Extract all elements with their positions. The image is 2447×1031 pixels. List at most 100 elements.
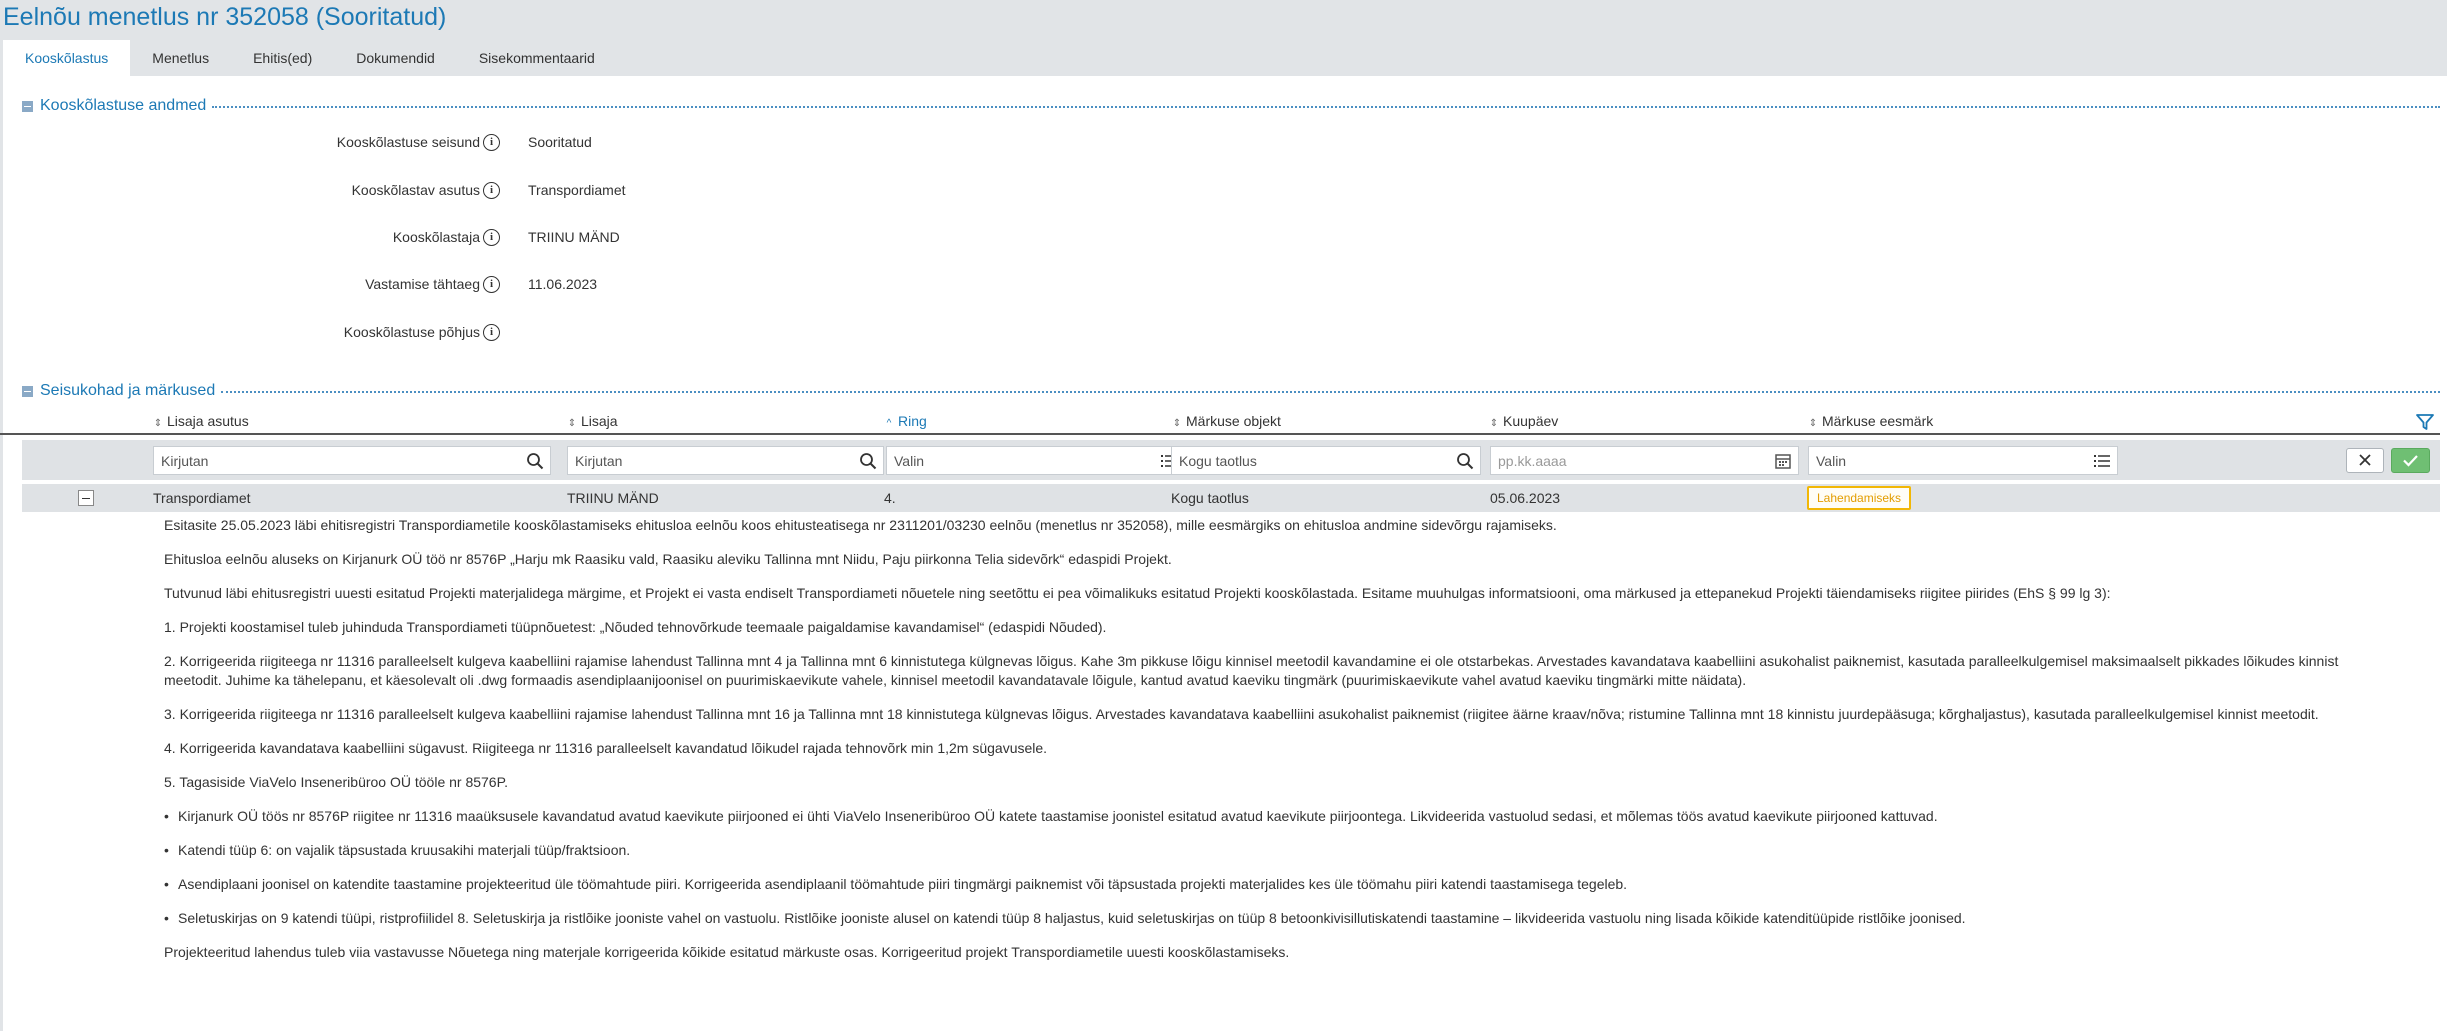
bullet-text: Kirjanurk OÜ töös nr 8576P riigitee nr 1… <box>178 808 1938 824</box>
comment-paragraph: 5. Tagasiside ViaVelo Inseneribüroo OÜ t… <box>164 774 509 790</box>
bullet-text: Asendiplaani joonisel on katendite taast… <box>178 876 1628 892</box>
info-circle-icon[interactable]: i <box>483 229 500 246</box>
column-label: Märkuse objekt <box>1186 413 1281 429</box>
clear-filters-button[interactable] <box>2346 448 2384 473</box>
search-icon[interactable] <box>859 452 877 470</box>
field-kooskolastuse-seisund: Kooskõlastuse seisund i Sooritatud <box>0 130 1000 154</box>
comment-bullet: • Kirjanurk OÜ töös nr 8576P riigitee nr … <box>164 807 2394 826</box>
field-kooskolastav-asutus: Kooskõlastav asutus i Transpordiamet <box>0 178 1000 202</box>
close-icon <box>2359 454 2371 466</box>
section-divider <box>221 391 2440 393</box>
column-markuse-objekt[interactable]: ⇕ Märkuse objekt <box>1172 413 1281 429</box>
minus-icon[interactable] <box>78 490 94 506</box>
cell-lisaja-asutus: Transpordiamet <box>153 490 251 506</box>
filter-icon[interactable] <box>2415 412 2435 432</box>
filter-markuse-eesmark[interactable] <box>1808 446 2118 475</box>
page-header: Eelnõu menetlus nr 352058 (Sooritatud) K… <box>0 0 2447 76</box>
column-lisaja-asutus[interactable]: ⇕ Lisaja asutus <box>153 413 249 429</box>
filter-kuupaev[interactable] <box>1490 446 1799 475</box>
tab-sisekommentaarid[interactable]: Sisekommentaarid <box>457 40 617 76</box>
column-label: Ring <box>898 413 927 429</box>
search-icon[interactable] <box>1456 452 1474 470</box>
field-value: Transpordiamet <box>528 182 626 198</box>
comment-paragraph: Ehitusloa eelnõu aluseks on Kirjanurk OÜ… <box>164 551 1172 567</box>
comment-paragraph: 2. Korrigeerida riigiteega nr 11316 para… <box>164 653 2339 688</box>
section-title: Seisukohad ja märkused <box>40 382 216 399</box>
comment-paragraph: Tutvunud läbi ehitusregistri uuesti esit… <box>164 585 2111 601</box>
column-markuse-eesmark[interactable]: ⇕ Märkuse eesmärk <box>1808 413 1933 429</box>
filter-ring[interactable] <box>886 446 1185 475</box>
sort-icon: ⇕ <box>1172 418 1182 429</box>
search-icon[interactable] <box>526 452 544 470</box>
cell-markuse-objekt: Kogu taotlus <box>1171 490 1249 506</box>
filter-markuse-objekt[interactable] <box>1171 446 1481 475</box>
left-border <box>0 76 3 1031</box>
info-circle-icon[interactable]: i <box>483 134 500 151</box>
comment-bullet: • Katendi tüüp 6: on vajalik täpsustada k… <box>164 841 2394 860</box>
field-kooskolastaja: Kooskõlastaja i TRIINU MÄND <box>0 225 1000 249</box>
sort-icon: ⇕ <box>1808 418 1818 429</box>
column-label: Kuupäev <box>1503 413 1559 429</box>
filter-lisaja[interactable] <box>567 446 884 475</box>
field-label: Kooskõlastaja <box>392 229 480 245</box>
check-icon <box>2403 455 2418 467</box>
column-label: Märkuse eesmärk <box>1822 413 1934 429</box>
filter-lisaja-asutus-input[interactable] <box>154 447 520 474</box>
bullet-mark: • <box>164 808 169 824</box>
calendar-icon[interactable] <box>1774 452 1792 470</box>
minus-icon[interactable] <box>22 385 33 397</box>
comment-paragraph: 3. Korrigeerida riigiteega nr 11316 para… <box>164 706 2319 722</box>
apply-filters-button[interactable] <box>2391 448 2430 473</box>
tab-kooskolastus[interactable]: Kooskõlastus <box>3 40 131 76</box>
info-circle-icon[interactable]: i <box>483 324 500 341</box>
cell-lisaja: TRIINU MÄND <box>567 490 659 506</box>
field-label: Kooskõlastuse põhjus <box>343 324 480 340</box>
bullet-text: Katendi tüüp 6: on vajalik täpsustada kr… <box>178 842 631 858</box>
tab-menetlus[interactable]: Menetlus <box>130 40 231 76</box>
tab-bar: Kooskõlastus Menetlus Ehitis(ed) Dokumen… <box>3 40 617 76</box>
page-title: Eelnõu menetlus nr 352058 (Sooritatud) <box>3 3 447 31</box>
filter-row <box>22 440 2440 480</box>
info-circle-icon[interactable]: i <box>483 182 500 199</box>
info-circle-icon[interactable]: i <box>483 276 500 293</box>
sort-icon: ⇕ <box>153 418 163 429</box>
section-seisukohad-header[interactable]: Seisukohad ja märkused <box>22 382 2440 400</box>
tab-ehitised[interactable]: Ehitis(ed) <box>231 40 334 76</box>
field-label: Kooskõlastuse seisund <box>336 134 480 150</box>
filter-lisaja-input[interactable] <box>568 447 853 474</box>
bullet-mark: • <box>164 842 169 858</box>
remark-comment: Esitasite 25.05.2023 läbi ehitisregistri… <box>164 516 2394 977</box>
cell-kuupaev: 05.06.2023 <box>1490 490 1561 506</box>
comment-bullet: • Seletuskirjas on 9 katendi tüüpi, ristp… <box>164 909 2394 928</box>
section-kooskolastuse-andmed-header[interactable]: Kooskõlastuse andmed <box>22 97 2440 115</box>
filter-markuse-objekt-input[interactable] <box>1172 447 1450 474</box>
sort-icon: ⇕ <box>567 418 577 429</box>
bullet-mark: • <box>164 910 169 926</box>
sort-icon: ⇕ <box>1489 418 1499 429</box>
field-label: Vastamise tähtaeg <box>365 276 480 292</box>
filter-lisaja-asutus[interactable] <box>153 446 551 475</box>
column-ring[interactable]: ^ Ring <box>884 413 927 429</box>
filter-ring-select[interactable] <box>887 447 1154 474</box>
minus-icon[interactable] <box>22 100 33 112</box>
tab-dokumendid[interactable]: Dokumendid <box>334 40 457 76</box>
field-kooskolastuse-pohjus: Kooskõlastuse põhjus i <box>0 320 1000 344</box>
column-label: Lisaja <box>581 413 618 429</box>
field-value: TRIINU MÄND <box>528 229 620 245</box>
field-vastamise-tahtaeg: Vastamise tähtaeg i 11.06.2023 <box>0 272 1000 296</box>
column-kuupaev[interactable]: ⇕ Kuupäev <box>1489 413 1558 429</box>
sort-ascending-icon: ^ <box>886 418 892 429</box>
comment-bullet: • Asendiplaani joonisel on katendite taas… <box>164 875 2394 894</box>
column-label: Lisaja asutus <box>167 413 249 429</box>
table-row[interactable]: Transpordiamet TRIINU MÄND 4. Kogu taotl… <box>22 484 2440 512</box>
bullet-mark: • <box>164 876 169 892</box>
cell-ring: 4. <box>884 490 896 506</box>
comment-paragraph: 1. Projekti koostamisel tuleb juhinduda … <box>164 619 1107 635</box>
list-icon[interactable] <box>2093 452 2111 470</box>
column-lisaja[interactable]: ⇕ Lisaja <box>567 413 618 429</box>
status-badge: Lahendamiseks <box>1807 486 1912 510</box>
filter-kuupaev-input[interactable] <box>1491 447 1768 474</box>
comment-paragraph: Esitasite 25.05.2023 läbi ehitisregistri… <box>164 517 1557 533</box>
field-value: Sooritatud <box>528 134 592 150</box>
filter-markuse-eesmark-select[interactable] <box>1809 447 2087 474</box>
